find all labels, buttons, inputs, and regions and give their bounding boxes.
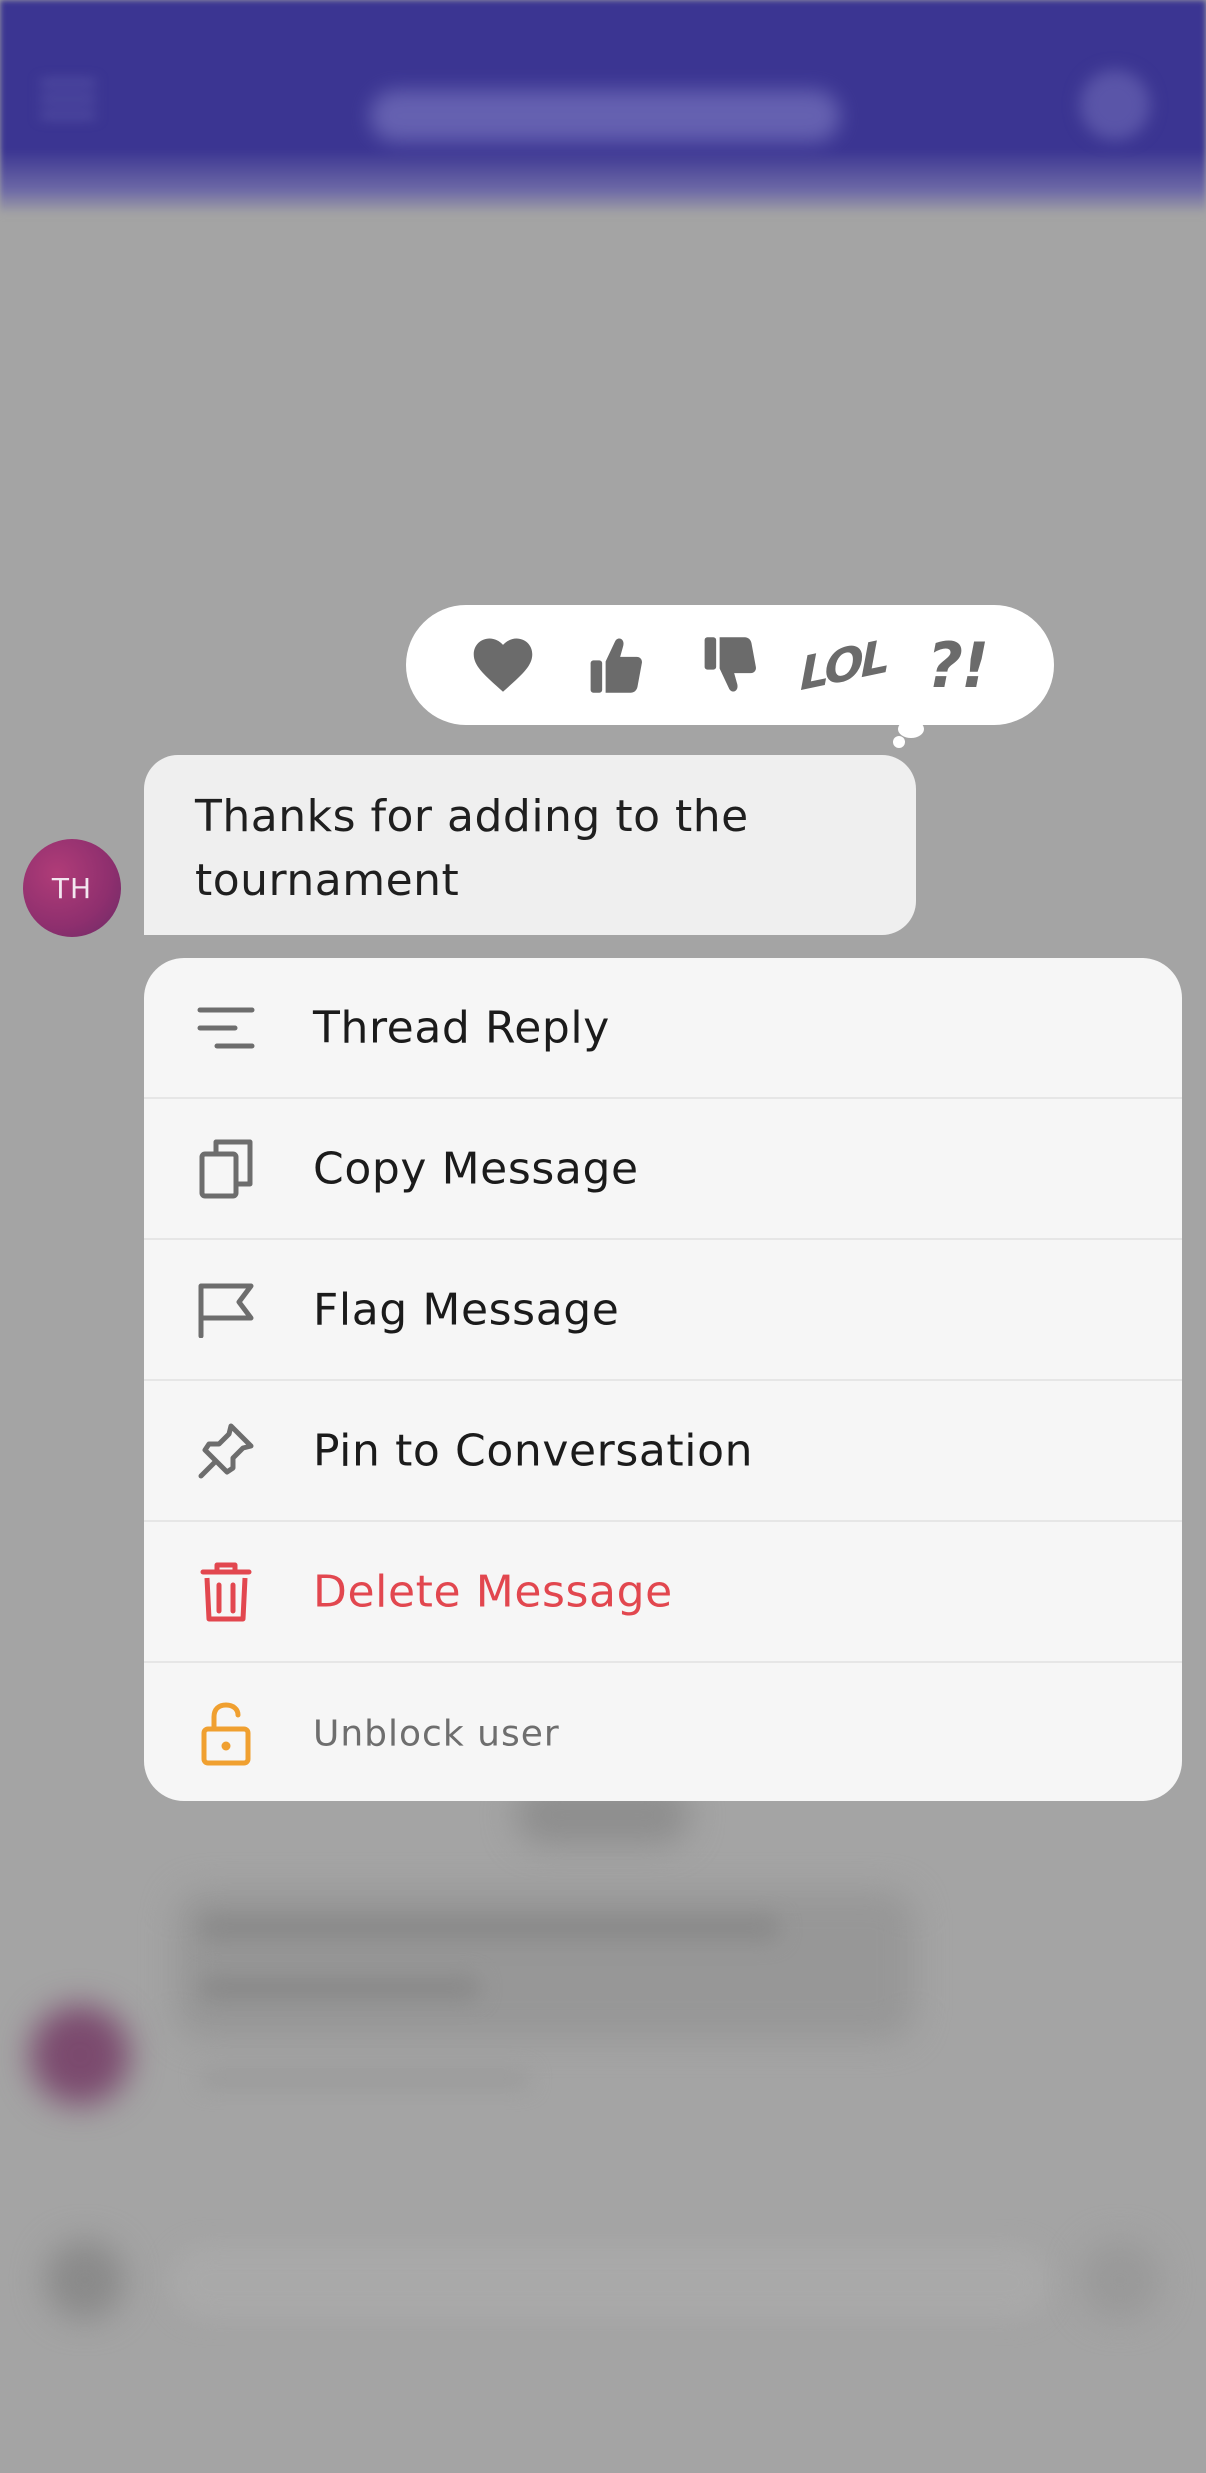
menu-icon <box>40 80 96 120</box>
interrobang-icon: ?! <box>927 628 989 702</box>
copy-message-button[interactable]: Copy Message <box>144 1099 1182 1240</box>
avatar-blurred <box>30 2005 130 2105</box>
thread-reply-button[interactable]: Thread Reply <box>144 958 1182 1099</box>
trash-icon <box>196 1559 256 1625</box>
avatar[interactable]: TH <box>23 839 121 937</box>
reaction-bar-tail <box>893 736 905 748</box>
selected-message-bubble: Thanks for adding to the tournament <box>144 755 916 935</box>
message-meta-blurred <box>200 2070 530 2088</box>
unblock-user-button[interactable]: Unblock user <box>144 1663 1182 1801</box>
thread-reply-icon <box>196 995 256 1061</box>
message-text: Thanks for adding to the tournament <box>195 791 749 906</box>
heart-icon <box>473 638 533 692</box>
message-bubble-blurred <box>175 1890 915 2040</box>
thumbs-up-icon <box>591 638 643 693</box>
attach-icon <box>45 2240 125 2320</box>
pin-icon <box>196 1418 256 1484</box>
copy-icon <box>196 1136 256 1202</box>
lol-reaction[interactable]: LOL <box>800 625 887 705</box>
message-line-blurred <box>200 1915 780 1941</box>
message-line-blurred <box>200 1975 480 2001</box>
avatar-initials: TH <box>51 871 93 905</box>
delete-message-label: Delete Message <box>313 1566 673 1617</box>
settings-icon <box>1080 70 1150 140</box>
flag-icon <box>196 1277 256 1343</box>
lol-icon: LOL <box>800 628 888 702</box>
pin-to-conversation-button[interactable]: Pin to Conversation <box>144 1381 1182 1522</box>
flag-message-label: Flag Message <box>313 1284 620 1335</box>
unblock-user-label: Unblock user <box>313 1713 560 1754</box>
reaction-bar-tail <box>898 720 924 738</box>
flag-message-button[interactable]: Flag Message <box>144 1240 1182 1381</box>
pin-to-conversation-label: Pin to Conversation <box>313 1425 754 1476</box>
delete-message-button[interactable]: Delete Message <box>144 1522 1182 1663</box>
copy-message-label: Copy Message <box>313 1143 639 1194</box>
compose-input-blurred <box>170 2245 1050 2320</box>
message-action-menu: Thread Reply Copy Message Flag Message P… <box>144 958 1182 1801</box>
interrobang-reaction[interactable]: ?! <box>917 625 997 705</box>
send-icon <box>1080 2240 1160 2320</box>
thread-reply-label: Thread Reply <box>313 1002 610 1053</box>
thumbs-down-icon <box>704 637 756 692</box>
reaction-picker: LOL ?! <box>406 605 1054 725</box>
header-title-blurred <box>370 90 840 142</box>
heart-reaction[interactable] <box>463 625 543 705</box>
thumbs-down-reaction[interactable] <box>690 625 770 705</box>
thumbs-up-reaction[interactable] <box>576 625 656 705</box>
unlock-icon <box>196 1701 256 1767</box>
